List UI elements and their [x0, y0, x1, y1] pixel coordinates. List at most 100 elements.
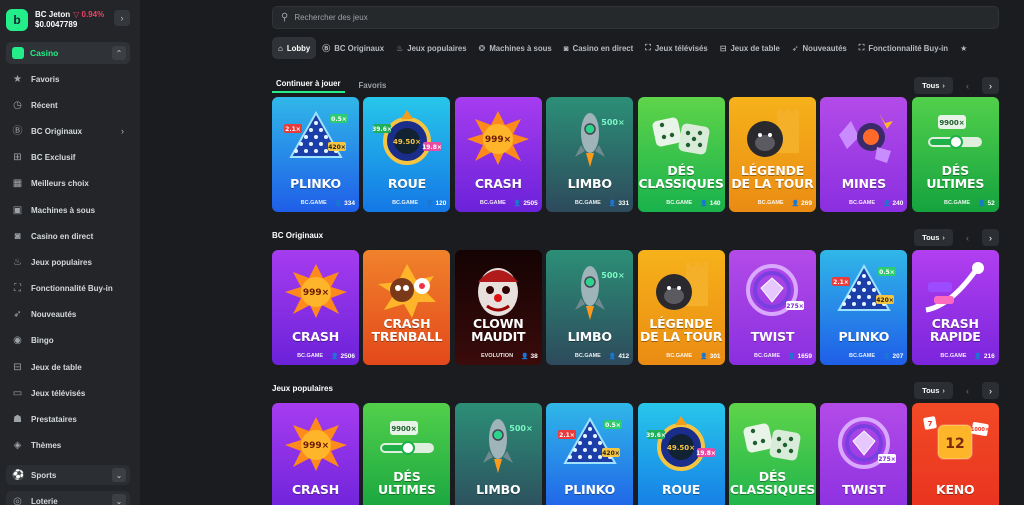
fire-icon: ♨ — [396, 43, 404, 53]
sidebar-casino[interactable]: Casino ⌃ — [6, 42, 130, 64]
player-count: 1659 — [797, 352, 812, 360]
game-card[interactable]: 2.1× 0.5× 420× PLINKO BC.GAME 👤 207 — [820, 250, 908, 365]
game-card[interactable]: 999× CRASH — [272, 403, 359, 505]
game-card[interactable]: CRASH TRENBALL — [363, 250, 451, 365]
game-card[interactable]: 49.50× 39.6× 19.8× ROUE — [637, 403, 725, 505]
game-card[interactable]: CRASH RAPIDE BC.GAME 👤 216 — [911, 250, 999, 365]
game-card[interactable]: DÉS CLASSIQUES — [728, 403, 816, 505]
game-card[interactable]: CLOWN MAUDIT EVOLUTION 👤 38 — [454, 250, 542, 365]
subtab-favorites[interactable]: Favoris — [355, 81, 391, 93]
sidebar-sports-label: Sports — [31, 470, 57, 480]
carousel-next-button[interactable]: › — [982, 382, 999, 399]
game-row: 999× CRASH 9900× DÉS ULTIMES 500× LIMBO 2.1× 0.5… — [272, 403, 1003, 505]
game-card[interactable]: 500× LIMBO BC.GAME 👤 331 — [546, 97, 634, 212]
wallet-balance: $0.0047789 — [35, 20, 78, 29]
chevron-down-icon[interactable]: ⌄ — [112, 494, 126, 505]
tab-nouveaut-s[interactable]: ➶ Nouveautés — [786, 37, 853, 59]
game-card[interactable]: MINES BC.GAME 👤 240 — [820, 97, 908, 212]
tab-fonctionnalit-buy-in[interactable]: ⛶ Fonctionnalité Buy-in — [853, 37, 954, 59]
provider-label: BC.GAME — [300, 200, 327, 206]
player-count: 412 — [618, 352, 630, 360]
game-card[interactable]: 999× CRASH BC.GAME 👤 2505 — [454, 97, 542, 212]
game-row: 999× CRASH BC.GAME 👤 2506 CRASH TRENBALL CLOWN M… — [272, 250, 1003, 365]
search-input[interactable] — [294, 13, 895, 22]
tab-jeux-populaires[interactable]: ♨ Jeux populaires — [390, 37, 473, 59]
game-card[interactable]: 500× LIMBO BC.GAME 👤 412 — [546, 250, 634, 365]
tab-machines-sous[interactable]: ❂ Machines à sous — [473, 37, 558, 59]
tab-favorites[interactable]: ★ — [954, 37, 977, 59]
sidebar-item-buyin[interactable]: ⛶ Fonctionnalité Buy-in — [6, 276, 130, 302]
star-icon: ★ — [13, 73, 22, 85]
tab-bc-originaux[interactable]: Ⓑ BC Originaux — [316, 37, 390, 59]
live-icon: ◙ — [14, 230, 21, 242]
tv-icon: ⛶ — [645, 43, 651, 52]
sidebar-lottery-label: Loterie — [31, 496, 58, 505]
sidebar-item-theme[interactable]: ◈ Thèmes — [6, 433, 130, 459]
tab-casino-en-direct[interactable]: ◙ Casino en direct — [558, 37, 640, 59]
game-card[interactable]: LÉGENDE DE LA TOUR BC.GAME 👤 301 — [637, 250, 725, 365]
game-card[interactable]: DÉS CLASSIQUES BC.GAME 👤 140 — [637, 97, 725, 212]
carousel-prev-button[interactable]: ‹ — [959, 229, 976, 246]
game-footer: BC.GAME 👤 140 — [638, 198, 725, 208]
game-footer: BC.GAME 👤 120 — [363, 198, 450, 208]
sidebar-item-grid[interactable]: ▦ Meilleurs choix — [6, 171, 130, 197]
game-title-line: CLASSIQUES — [729, 481, 816, 497]
sidebar-sports[interactable]: ⚽ Sports ⌄ — [6, 465, 130, 485]
game-card[interactable]: 500× LIMBO — [454, 403, 542, 505]
sidebar-item-fire[interactable]: ♨ Jeux populaires — [6, 249, 130, 275]
carousel-prev-button[interactable]: ‹ — [959, 77, 976, 94]
sidebar-item-bc[interactable]: Ⓑ BC Originaux › — [6, 118, 130, 144]
sidebar-item-gamepad[interactable]: ⊞ BC Exclusif — [6, 145, 130, 171]
provider-label: BC.GAME — [666, 200, 693, 206]
carousel-prev-button[interactable]: ‹ — [959, 382, 976, 399]
view-all-button[interactable]: Tous › — [914, 382, 953, 399]
game-footer: EVOLUTION 👤 38 — [455, 351, 542, 361]
game-card[interactable]: 2.1× 0.5× 420× PLINKO BC.GAME 👤 334 — [272, 97, 359, 212]
game-art-crash: 999× — [281, 413, 351, 478]
game-card[interactable]: 9900× DÉS ULTIMES BC.GAME 👤 52 — [911, 97, 999, 212]
game-card[interactable]: 9900× DÉS ULTIMES — [363, 403, 451, 505]
game-title: PLINKO — [564, 482, 616, 497]
sidebar-item-tv[interactable]: ▭ Jeux télévisés — [6, 380, 130, 406]
view-all-button[interactable]: Tous › — [914, 229, 953, 246]
sidebar-item-table[interactable]: ⊟ Jeux de table — [6, 354, 130, 380]
sidebar-item-clock[interactable]: ◷ Récent — [6, 92, 130, 118]
game-title-line: RAPIDE — [929, 328, 981, 344]
carousel-next-button[interactable]: › — [982, 77, 999, 94]
game-art-rocket: 500× — [555, 107, 625, 172]
sidebar-item-slot[interactable]: ▣ Machines à sous — [6, 197, 130, 223]
game-title: CRASH — [292, 329, 339, 344]
subtab-continue-playing[interactable]: Continuer à jouer — [272, 79, 345, 93]
tab-jeux-t-l-vis-s[interactable]: ⛶ Jeux télévisés — [639, 37, 714, 59]
wallet-change-value: 0.94% — [81, 10, 105, 19]
sidebar-item-bingo[interactable]: ◉ Bingo — [6, 328, 130, 354]
game-title: DÉS ULTIMES — [912, 164, 999, 191]
chevron-up-icon[interactable]: ⌃ — [112, 46, 126, 60]
sidebar-item-star[interactable]: ★ Favoris — [6, 66, 130, 92]
tab-lobby[interactable]: ⌂ Lobby — [272, 37, 317, 59]
sidebar-item-provider[interactable]: ☗ Prestataires — [6, 406, 130, 432]
sidebar-item-rocket[interactable]: ➶ Nouveautés — [6, 302, 130, 328]
view-all-button[interactable]: Tous › — [914, 77, 953, 94]
svg-text:39.6×: 39.6× — [372, 126, 392, 133]
game-card[interactable]: 275× TWIST BC.GAME 👤 1659 — [728, 250, 816, 365]
game-card[interactable]: 12 7 1000× KENO — [911, 403, 999, 505]
sidebar-lottery[interactable]: ◎ Loterie ⌄ — [6, 491, 130, 505]
svg-text:500×: 500× — [601, 271, 624, 280]
game-card[interactable]: 49.50× 39.6× 19.8× ROUE BC.GAME 👤 120 — [363, 97, 451, 212]
search-bar[interactable]: ⚲ — [272, 6, 999, 29]
game-card[interactable]: 999× CRASH BC.GAME 👤 2506 — [272, 250, 359, 365]
svg-text:2.1×: 2.1× — [833, 279, 849, 286]
wallet-summary[interactable]: b BC Jeton ▽ 0.94% $0.0047789 › — [6, 6, 130, 34]
chevron-down-icon[interactable]: ⌄ — [112, 468, 126, 482]
sidebar-item-live[interactable]: ◙ Casino en direct — [6, 223, 130, 249]
carousel-next-button[interactable]: › — [982, 229, 999, 246]
players-icon: 👤 — [334, 200, 343, 207]
game-card[interactable]: 2.1× 0.5× 420× PLINKO — [546, 403, 634, 505]
slot-icon: ❂ — [478, 43, 486, 53]
tab-jeux-de-table[interactable]: ⊟ Jeux de table — [714, 37, 786, 59]
game-card[interactable]: 275× TWIST — [820, 403, 908, 505]
game-card[interactable]: LÉGENDE DE LA TOUR BC.GAME 👤 269 — [728, 97, 816, 212]
wallet-chevron-right-icon[interactable]: › — [114, 10, 130, 26]
game-title-line: ULTIMES — [926, 175, 985, 191]
